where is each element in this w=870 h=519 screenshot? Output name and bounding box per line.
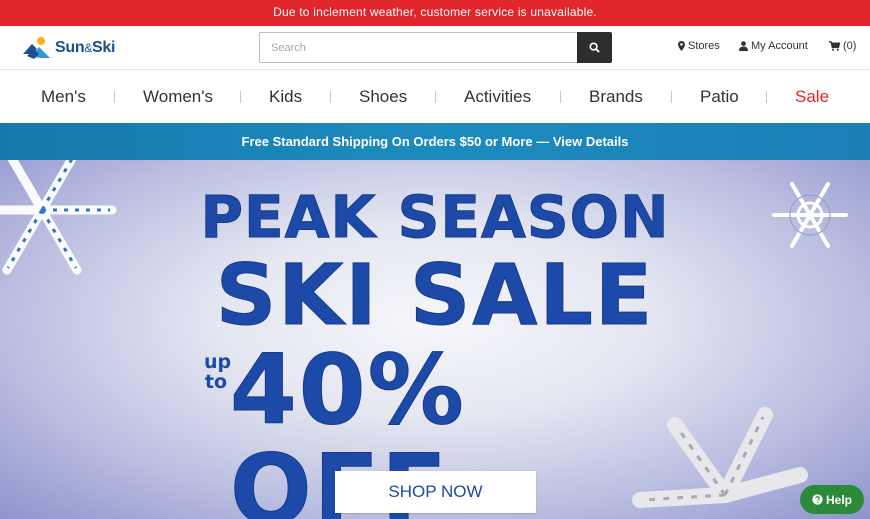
logo-text: Sun&Ski <box>55 39 116 56</box>
nav-item-activities[interactable]: Activities <box>464 70 531 123</box>
nav-divider <box>671 91 672 103</box>
stores-link[interactable]: Stores <box>678 40 720 52</box>
help-label: Help <box>825 492 852 507</box>
shipping-promo-banner[interactable]: Free Standard Shipping On Orders $50 or … <box>0 123 870 160</box>
shop-now-button[interactable]: SHOP NOW <box>335 471 536 513</box>
nav-item-shoes[interactable]: Shoes <box>359 70 407 123</box>
logo-mountain-icon <box>23 37 50 59</box>
nav-divider <box>435 91 436 103</box>
alert-bar: Due to inclement weather, customer servi… <box>0 0 870 26</box>
nav-item-kids[interactable]: Kids <box>269 70 302 123</box>
question-circle-icon <box>812 494 823 505</box>
nav-item-sale[interactable]: Sale <box>795 70 829 123</box>
header: Sun&Ski Stores My Account (0) <box>0 26 870 70</box>
map-marker-icon <box>678 41 685 51</box>
help-button[interactable]: Help <box>800 485 864 514</box>
nav-item-mens[interactable]: Men's <box>41 70 86 123</box>
nav-divider <box>560 91 561 103</box>
nav-item-brands[interactable]: Brands <box>589 70 643 123</box>
nav-item-patio[interactable]: Patio <box>700 70 739 123</box>
user-icon <box>739 41 748 51</box>
hero-headline: PEAK SEASON <box>200 183 670 252</box>
search-input[interactable] <box>259 32 577 63</box>
cart-link[interactable]: (0) <box>829 40 856 52</box>
account-link[interactable]: My Account <box>739 40 808 52</box>
cart-count: (0) <box>843 40 857 52</box>
nav-item-womens[interactable]: Women's <box>143 70 213 123</box>
search-icon <box>589 42 600 53</box>
main-nav: Men's Women's Kids Shoes Activities Bran… <box>0 70 870 123</box>
stores-label: Stores <box>688 40 720 52</box>
nav-divider <box>766 91 767 103</box>
hero-banner[interactable]: PEAK SEASON SKI SALE up to 40% OFF SHOP … <box>0 160 870 519</box>
nav-divider <box>240 91 241 103</box>
promo-text: Free Standard Shipping On Orders $50 or … <box>241 134 629 149</box>
cart-icon <box>829 41 840 51</box>
nav-divider <box>114 91 115 103</box>
alert-text: Due to inclement weather, customer servi… <box>273 5 597 19</box>
search-button[interactable] <box>577 32 612 63</box>
logo[interactable]: Sun&Ski <box>22 33 115 63</box>
account-label: My Account <box>751 40 808 52</box>
search-bar <box>259 32 612 63</box>
hero-upto-label: up to <box>204 351 232 393</box>
nav-divider <box>330 91 331 103</box>
hero-subheadline: SKI SALE <box>215 246 655 345</box>
